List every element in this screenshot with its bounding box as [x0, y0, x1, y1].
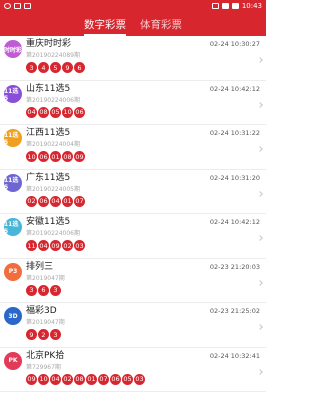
battery-icon: [231, 3, 239, 9]
lottery-row[interactable]: 11选5 山东11选5 第20190224006期 04 08 05 10 06 02-24 1…: [0, 81, 266, 125]
lottery-issue: 第20190224006期: [26, 96, 80, 104]
result-ball: 08: [74, 373, 85, 385]
lottery-issue: 第20190224004期: [26, 141, 80, 148]
result-ball: 6: [74, 62, 85, 73]
lottery-issue: 第2019047期: [26, 274, 65, 282]
signal-icon: [221, 3, 229, 9]
result-ball: 09: [50, 240, 61, 251]
chevron-right-icon: [257, 190, 263, 197]
result-ball: 08: [62, 151, 73, 162]
result-ball: 06: [74, 106, 85, 118]
lottery-issue: 第20190224006期: [26, 230, 80, 237]
result-ball: 01: [86, 373, 97, 385]
result-ball: 01: [62, 195, 73, 207]
result-ball: 09: [74, 151, 85, 162]
chevron-right-icon: [257, 279, 263, 286]
result-ball: 01: [50, 151, 61, 162]
result-ball: 03: [134, 373, 145, 385]
lottery-logo-icon: P3: [4, 262, 22, 281]
result-ball: 08: [38, 106, 49, 118]
status-icons-right: 10:43: [211, 2, 262, 10]
result-balls: 923: [26, 329, 260, 340]
result-balls: 09 10 04 02 08 01 07 06 05 03: [26, 373, 260, 385]
draw-time: 02-24 10:32:41: [209, 351, 260, 360]
chevron-right-icon: [257, 101, 263, 108]
lottery-logo-icon: 11选5: [4, 84, 22, 103]
status-time: 10:43: [241, 2, 262, 10]
result-ball: 4: [38, 62, 49, 73]
lottery-logo-icon: 3D: [4, 307, 22, 325]
lottery-logo-icon: PK: [4, 351, 22, 370]
result-balls: 04 08 05 10 06: [26, 106, 260, 118]
result-ball: 3: [26, 284, 37, 296]
lottery-issue: 第2019047期: [26, 319, 65, 326]
tab-sports-lottery[interactable]: 体育彩票: [140, 17, 182, 36]
result-ball: 06: [110, 373, 121, 385]
download-icon: [24, 3, 31, 9]
result-ball: 10: [62, 106, 73, 118]
result-ball: 04: [50, 373, 61, 385]
result-ball: 06: [38, 151, 49, 162]
result-ball: 2: [38, 329, 49, 340]
result-ball: 02: [62, 240, 73, 251]
draw-time: 02-23 21:20:03: [209, 262, 260, 271]
result-balls: 10 06 01 08 09: [26, 151, 260, 162]
draw-time: 02-24 10:30:27: [209, 40, 260, 48]
draw-time: 02-24 10:31:22: [209, 129, 260, 137]
lottery-row[interactable]: 11选5 安徽11选5 第20190224006期 11 04 09 02 03 02-24 1…: [0, 214, 266, 259]
result-ball: 05: [122, 373, 133, 385]
lottery-issue: 第20190224005期: [26, 185, 80, 193]
result-balls: 11 04 09 02 03: [26, 240, 260, 251]
result-ball: 07: [74, 195, 85, 207]
wifi-icon: [211, 3, 219, 9]
result-ball: 09: [26, 373, 37, 385]
result-ball: 9: [26, 329, 37, 340]
lottery-row[interactable]: PK 北京PK拾 第729967期 09 10 04 02 08 01 07 06 05 03 02-24…: [0, 348, 266, 392]
result-ball: 9: [62, 62, 73, 73]
notification-icon: [4, 3, 11, 9]
result-ball: 03: [74, 240, 85, 251]
status-icons-left: [4, 3, 31, 9]
result-balls: 363: [26, 284, 260, 296]
result-ball: 04: [50, 195, 61, 207]
result-ball: 3: [50, 284, 61, 296]
lottery-logo-icon: 时时彩: [4, 40, 22, 58]
lottery-row[interactable]: 时时彩 重庆时时彩 第20190224089期 3 4 5 9 6 02-24 10:30:27: [0, 36, 266, 81]
lottery-row[interactable]: 11选5 广东11选5 第20190224005期 02 06 04 01 07 02-24 1…: [0, 170, 266, 214]
result-balls: 02 06 04 01 07: [26, 195, 260, 207]
tab-digital-lottery[interactable]: 数字彩票: [84, 17, 126, 36]
result-ball: 10: [38, 373, 49, 385]
result-ball: 11: [26, 240, 37, 251]
lottery-logo-icon: 11选5: [4, 129, 22, 147]
lottery-logo-icon: 11选5: [4, 173, 22, 192]
lottery-row[interactable]: P3 排列三 第2019047期 3 6 3 02-23 21:20:03: [0, 259, 266, 303]
result-ball: 05: [50, 106, 61, 118]
result-ball: 02: [62, 373, 73, 385]
status-bar: 10:43: [0, 0, 266, 12]
result-ball: 10: [26, 151, 37, 162]
result-ball: 07: [98, 373, 109, 385]
lottery-row[interactable]: 3D 福彩3D 第2019047期 9 2 3 02-23 21:25:02: [0, 303, 266, 348]
lottery-row[interactable]: 11选5 江西11选5 第20190224004期 10 06 01 08 09 02-24 1…: [0, 125, 266, 170]
lottery-list: 时时彩 重庆时时彩 第20190224089期 3 4 5 9 6 02-24 10:30:27…: [0, 36, 266, 392]
draw-time: 02-24 10:42:12: [209, 84, 260, 93]
draw-time: 02-23 21:25:02: [209, 307, 260, 315]
result-ball: 5: [50, 62, 61, 73]
result-ball: 04: [38, 240, 49, 251]
lottery-logo-icon: 11选5: [4, 218, 22, 236]
result-ball: 04: [26, 106, 37, 118]
result-ball: 02: [26, 195, 37, 207]
tab-bar: 数字彩票 体育彩票: [0, 12, 266, 36]
result-ball: 6: [38, 284, 49, 296]
lottery-issue: 第729967期: [26, 363, 61, 371]
draw-time: 02-24 10:42:12: [209, 218, 260, 226]
lottery-issue: 第20190224089期: [26, 52, 80, 59]
result-ball: 3: [50, 329, 61, 340]
draw-time: 02-24 10:31:20: [209, 173, 260, 182]
result-ball: 3: [26, 62, 37, 73]
result-balls: 34596: [26, 62, 260, 73]
result-ball: 06: [38, 195, 49, 207]
message-icon: [14, 3, 21, 9]
chevron-right-icon: [257, 368, 263, 375]
